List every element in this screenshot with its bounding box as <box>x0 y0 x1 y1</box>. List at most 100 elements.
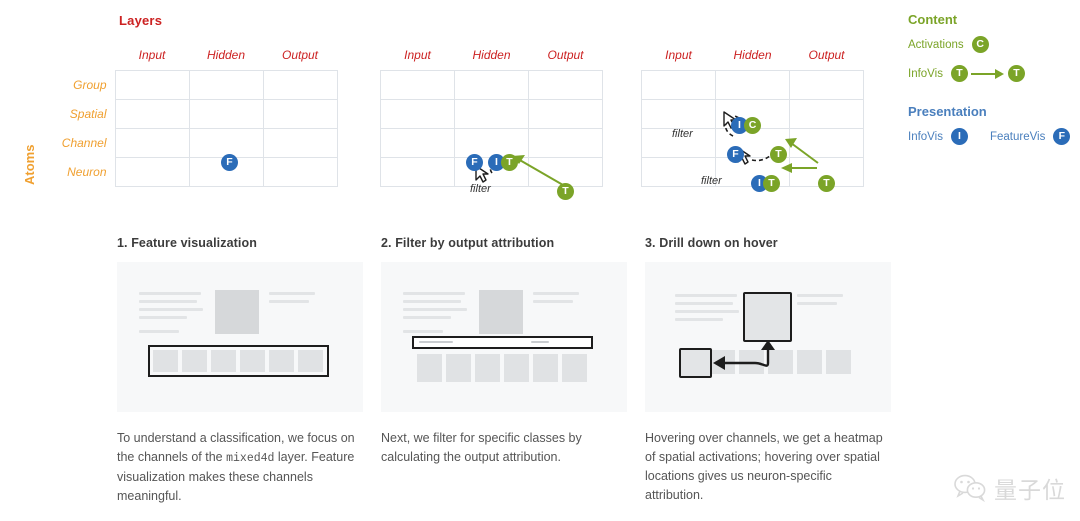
watermark: 量子位 <box>954 471 1066 505</box>
grid-1-cell-spatial-output <box>262 98 338 129</box>
step-2-thumbnail[interactable] <box>381 262 627 412</box>
grid-3-cell-group-hidden <box>715 69 790 100</box>
grid-1-col-hidden: Hidden <box>189 40 263 71</box>
grid-2-col-output: Output <box>528 40 603 71</box>
grid-2-cell-spatial-input <box>380 98 455 129</box>
node-attribution-neuron-output[interactable]: T <box>557 183 574 200</box>
grid-3-cell-group-input <box>641 69 716 100</box>
attribution-icon-source: T <box>950 65 968 82</box>
step-2-body-pre: Next, we filter for specific classes by … <box>381 431 582 464</box>
grid-1-col-output: Output <box>263 40 337 71</box>
grid-1-row-spatial: Spatial <box>40 99 116 128</box>
grid-2: Input Hidden Output F I T T filter <box>380 40 603 200</box>
grid-3-cell-spatial-input <box>641 98 716 129</box>
grid-3-col-output: Output <box>789 40 864 71</box>
step-3-title: 3. Drill down on hover <box>645 236 778 250</box>
grid-1-cell-channel-hidden <box>188 127 264 158</box>
step-2-body: Next, we filter for specific classes by … <box>381 429 627 468</box>
step-1: 1. Feature visualization To understand a… <box>117 236 363 506</box>
attribution-icon-target: T <box>1007 65 1025 82</box>
step-2: 2. Filter by output attribution Next, we… <box>381 236 627 468</box>
grid-3-cell-spatial-output <box>789 98 864 129</box>
activations-icon: C <box>971 36 989 53</box>
legend-infovis-label: InfoVis <box>908 130 943 143</box>
grid-1-cell-spatial-hidden <box>188 98 264 129</box>
grid-3-cell-channel-output <box>789 127 864 158</box>
step-1-highlight <box>148 345 329 377</box>
grid-3-table: Input Hidden Output <box>641 40 864 187</box>
grid-2-col-hidden: Hidden <box>454 40 529 71</box>
legend-presentation-heading: Presentation <box>908 104 987 119</box>
step-3: 3. Drill down on hover Hovering over cha… <box>645 236 891 506</box>
step-3-drilldown-arrows <box>713 340 775 370</box>
legend-item-activations: Activations C <box>908 36 1070 53</box>
step-1-title: 1. Feature visualization <box>117 236 257 250</box>
legend-attribution-label: InfoVis <box>908 67 943 80</box>
step-3-body-pre: Hovering over channels, we get a heatmap… <box>645 431 883 502</box>
wechat-icon <box>954 474 986 502</box>
watermark-text: 量子位 <box>994 478 1066 504</box>
grid-1-cell-channel-input <box>114 127 190 158</box>
grid-2-cell-spatial-hidden <box>454 98 529 129</box>
filter-label-upper: filter <box>672 128 693 140</box>
attribution-arrow-icon <box>970 68 1004 79</box>
grid-1-corner <box>40 40 115 70</box>
node-attribution-neuron-output[interactable]: T <box>818 175 835 192</box>
node-activations-spatial-hidden[interactable]: C <box>744 117 761 134</box>
grid-2-cell-spatial-output <box>528 98 603 129</box>
step-1-body-code: mixed4d <box>226 452 275 465</box>
step-1-body: To understand a classification, we focus… <box>117 429 363 506</box>
diagram-area: Layers Atoms Input Hidden Output Group S… <box>0 0 1080 215</box>
grid-2-cell-group-input <box>380 69 455 100</box>
grid-1-row-group: Group <box>40 70 116 99</box>
grid-1-cell-neuron-input <box>114 156 190 187</box>
step-1-thumbnail[interactable] <box>117 262 363 412</box>
grid-3-col-hidden: Hidden <box>715 40 790 71</box>
legend-featurevis-label: FeatureVis <box>989 130 1046 143</box>
node-attribution-channel-output[interactable]: T <box>770 146 787 163</box>
grid-2-cell-channel-hidden <box>454 127 529 158</box>
grid-3-cell-group-output <box>789 69 864 100</box>
grid-3-col-input: Input <box>641 40 716 71</box>
steps-section: 1. Feature visualization To understand a… <box>0 228 1080 521</box>
grid-1-table: Input Hidden Output Group Spatial Channe… <box>40 40 338 187</box>
node-featurevis-channel-hidden[interactable]: F <box>727 146 744 163</box>
grid-1-cell-group-input <box>114 69 190 100</box>
filter-label: filter <box>470 183 491 195</box>
legend-activations-label: Activations <box>908 38 964 51</box>
filter-label-lower: filter <box>701 175 722 187</box>
grid-1: Input Hidden Output Group Spatial Channe… <box>40 40 338 187</box>
step-3-thumbnail[interactable] <box>645 262 891 412</box>
grid-2-col-input: Input <box>380 40 455 71</box>
grid-1-cell-neuron-output <box>262 156 338 187</box>
infovis-icon: I <box>950 128 968 145</box>
grid-1-cell-group-hidden <box>188 69 264 100</box>
step-3-body: Hovering over channels, we get a heatmap… <box>645 429 891 506</box>
grid-2-cell-group-hidden <box>454 69 529 100</box>
layers-title: Layers <box>119 13 163 28</box>
grid-2-cell-neuron-output <box>528 156 603 187</box>
grid-1-row-channel: Channel <box>40 128 116 157</box>
node-featurevis-channel-hidden[interactable]: F <box>221 154 238 171</box>
grid-1-row-neuron: Neuron <box>40 157 116 186</box>
atoms-axis-label: Atoms <box>22 144 37 185</box>
legend: Content Activations C InfoVis T T Presen… <box>908 12 1071 157</box>
node-featurevis-channel-hidden[interactable]: F <box>466 154 483 171</box>
grid-1-cell-spatial-input <box>114 98 190 129</box>
legend-item-attribution: InfoVis T T <box>908 65 1070 82</box>
featurevis-icon: F <box>1053 128 1071 145</box>
grid-3: Input Hidden Output I C F T I T T filter… <box>641 40 864 192</box>
grid-2-cell-group-output <box>528 69 603 100</box>
infographic-page: Layers Atoms Input Hidden Output Group S… <box>0 0 1080 521</box>
grid-2-cell-channel-output <box>528 127 603 158</box>
grid-1-cell-group-output <box>262 69 338 100</box>
node-attribution-channel-hidden[interactable]: T <box>501 154 518 171</box>
node-attribution-neuron-hidden[interactable]: T <box>763 175 780 192</box>
grid-2-cell-channel-input <box>380 127 455 158</box>
grid-2-cell-neuron-input <box>380 156 455 187</box>
step-2-title: 2. Filter by output attribution <box>381 236 555 250</box>
grid-1-cell-channel-output <box>262 127 338 158</box>
grid-1-col-input: Input <box>115 40 189 71</box>
legend-content-heading: Content <box>908 12 958 27</box>
legend-presentation-items: InfoVis I FeatureVis F <box>908 128 1071 145</box>
